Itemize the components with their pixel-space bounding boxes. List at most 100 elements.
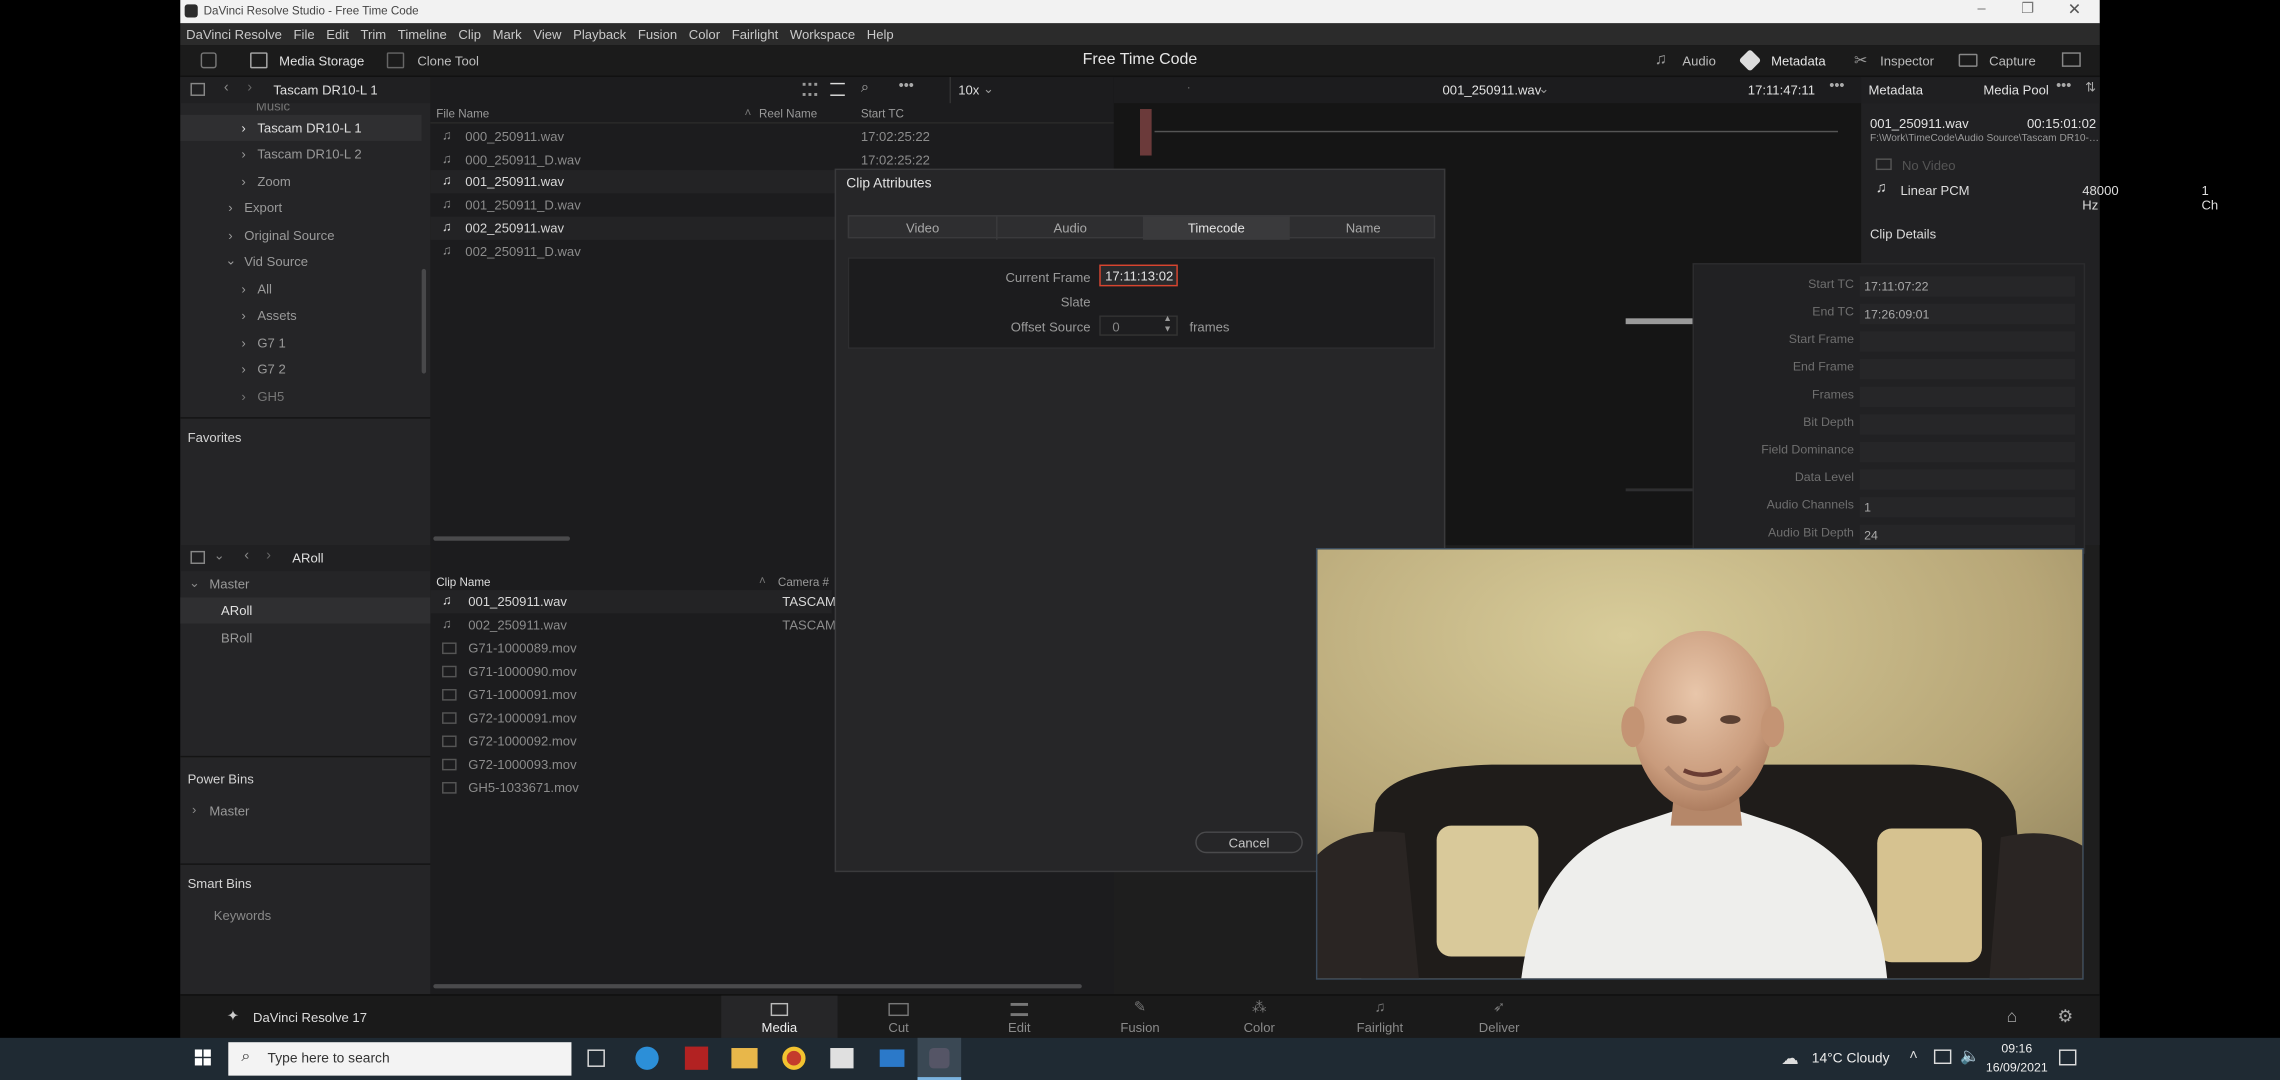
menu-fusion[interactable]: Fusion	[632, 23, 683, 43]
more-options-icon[interactable]: •••	[1829, 78, 1844, 94]
menu-file[interactable]: File	[288, 23, 321, 43]
windows-start-icon[interactable]	[194, 1049, 212, 1066]
back-icon[interactable]: ‹	[224, 80, 229, 96]
chevron-down-icon[interactable]: ⌄	[189, 576, 200, 592]
page-color[interactable]: ⁂ Color	[1201, 996, 1317, 1040]
davinci-taskbar-button[interactable]	[917, 1037, 962, 1080]
list-view-icon[interactable]	[830, 82, 845, 96]
page-edit[interactable]: Edit	[961, 996, 1077, 1040]
clip-row[interactable]: G72-1000091.mov	[430, 706, 831, 729]
tree-item-all[interactable]: › All	[180, 276, 421, 302]
chevron-up-icon[interactable]: ˄	[1909, 1048, 1917, 1064]
tab-video[interactable]: Video	[849, 217, 996, 240]
col-clip-name[interactable]: Clip Name	[436, 576, 490, 589]
tree-item-original-source[interactable]: › Original Source	[180, 222, 421, 248]
tree-scrollbar[interactable]	[421, 268, 427, 374]
maximize-icon[interactable]: ❐	[2021, 1, 2034, 17]
more-options-icon[interactable]: •••	[2056, 78, 2071, 94]
col-camera[interactable]: Camera #	[778, 576, 829, 589]
tree-item-tascam-2[interactable]: › Tascam DR10-L 2	[180, 141, 421, 167]
cancel-button[interactable]: Cancel	[1195, 831, 1303, 854]
tree-item-g7-2[interactable]: › G7 2	[180, 356, 421, 382]
tree-item-tascam-1[interactable]: › Tascam DR10-L 1	[180, 114, 422, 141]
monitor-icon[interactable]	[2061, 52, 2081, 67]
sidebar-toggle-icon[interactable]	[190, 82, 206, 96]
col-start-tc[interactable]: Start TC	[861, 108, 904, 121]
notifications-icon[interactable]	[2058, 1049, 2077, 1066]
grid-view-icon[interactable]	[802, 82, 818, 96]
sort-icon[interactable]: ⇅	[2085, 80, 2096, 96]
power-bin-master[interactable]: Master	[209, 804, 249, 819]
filezilla-icon[interactable]	[684, 1046, 709, 1070]
forward-icon[interactable]: ›	[266, 548, 271, 564]
smart-bin-keywords[interactable]: Keywords	[214, 908, 271, 923]
playhead-marker[interactable]	[1140, 109, 1152, 156]
tree-item-vid-source[interactable]: ⌄ Vid Source	[180, 249, 421, 275]
viewer-clip-name[interactable]: 001_250911.wav	[1376, 83, 1609, 98]
tree-item-gh5[interactable]: › GH5	[180, 384, 421, 410]
tree-item-zoom[interactable]: › Zoom	[180, 169, 421, 195]
tab-name[interactable]: Name	[1290, 217, 1437, 240]
close-icon[interactable]: ✕	[2068, 0, 2081, 19]
store-icon[interactable]	[830, 1048, 854, 1069]
bin-master[interactable]: Master	[209, 577, 249, 592]
tree-item-assets[interactable]: › Assets	[180, 302, 421, 328]
page-cut[interactable]: Cut	[840, 996, 956, 1040]
chrome-icon[interactable]	[782, 1046, 806, 1070]
chevron-down-icon[interactable]: ⌄	[983, 81, 994, 97]
menu-davinci-resolve[interactable]: DaVinci Resolve	[180, 23, 287, 43]
page-fusion[interactable]: ✎ Fusion	[1082, 996, 1198, 1040]
capture-button[interactable]: Capture	[1989, 54, 2036, 69]
clip-row[interactable]: G71-1000089.mov	[430, 637, 831, 660]
tree-item-export[interactable]: › Export	[180, 195, 421, 221]
menu-mark[interactable]: Mark	[487, 23, 528, 43]
menu-help[interactable]: Help	[861, 23, 900, 43]
tree-item-g7-1[interactable]: › G7 1	[180, 330, 421, 356]
sidebar-toggle-icon[interactable]	[190, 550, 206, 564]
menu-timeline[interactable]: Timeline	[392, 23, 453, 43]
clock-time[interactable]: 09:16	[1988, 1041, 2046, 1056]
menu-edit[interactable]: Edit	[320, 23, 354, 43]
clip-row[interactable]: G72-1000093.mov	[430, 753, 831, 776]
menu-view[interactable]: View	[528, 23, 568, 43]
network-icon[interactable]	[1933, 1049, 1952, 1065]
weather-text[interactable]: 14°C Cloudy	[1812, 1051, 1890, 1067]
clone-tool-button[interactable]: Clone Tool	[417, 54, 479, 69]
tab-audio[interactable]: Audio	[996, 216, 1143, 240]
horizontal-scrollbar[interactable]	[433, 984, 1082, 989]
menu-workspace[interactable]: Workspace	[784, 23, 861, 43]
metadata-button[interactable]: Metadata	[1771, 54, 1826, 69]
mail-icon[interactable]	[879, 1049, 905, 1067]
col-reel-name[interactable]: Reel Name	[759, 108, 817, 121]
media-storage-button[interactable]: Media Storage	[279, 54, 364, 69]
forward-icon[interactable]: ›	[247, 80, 252, 96]
horizontal-scrollbar[interactable]	[433, 536, 571, 541]
back-icon[interactable]: ‹	[244, 548, 249, 564]
audio-button[interactable]: Audio	[1682, 54, 1715, 69]
clip-row[interactable]: G71-1000091.mov	[430, 683, 831, 706]
clip-row[interactable]: ♫ 001_250911.wav TASCAM	[430, 590, 836, 614]
taskbar-search[interactable]: ⌕ Type here to search	[228, 1042, 572, 1076]
bin-broll[interactable]: BRoll	[221, 631, 252, 646]
page-deliver[interactable]: ➶ Deliver	[1441, 996, 1557, 1040]
page-media[interactable]: Media	[721, 995, 838, 1040]
menu-fairlight[interactable]: Fairlight	[726, 23, 784, 43]
current-frame-input[interactable]: 17:11:13:02	[1099, 264, 1178, 287]
gear-icon[interactable]: ⚙	[2058, 1006, 2074, 1026]
more-options-icon[interactable]: •••	[899, 78, 914, 94]
col-file-name[interactable]: File Name	[436, 108, 489, 121]
file-row[interactable]: ♫ 000_250911.wav 17:02:25:22	[430, 125, 1113, 148]
zoom-level[interactable]: 10x	[958, 83, 979, 98]
menu-playback[interactable]: Playback	[567, 23, 632, 43]
media-pool-title[interactable]: Media Pool	[1983, 83, 2048, 98]
minimize-icon[interactable]: –	[1978, 1, 1986, 17]
clock-date[interactable]: 16/09/2021	[1978, 1060, 2057, 1075]
panel-toggle-icon[interactable]	[200, 52, 217, 69]
edge-icon[interactable]	[635, 1046, 659, 1070]
menu-color[interactable]: Color	[683, 23, 726, 43]
clip-row[interactable]: GH5-1033671.mov	[430, 776, 831, 799]
task-view-icon[interactable]	[587, 1049, 605, 1067]
menu-clip[interactable]: Clip	[453, 23, 487, 43]
file-explorer-icon[interactable]	[731, 1048, 758, 1069]
bin-aroll-row[interactable]: ARoll	[180, 597, 431, 624]
